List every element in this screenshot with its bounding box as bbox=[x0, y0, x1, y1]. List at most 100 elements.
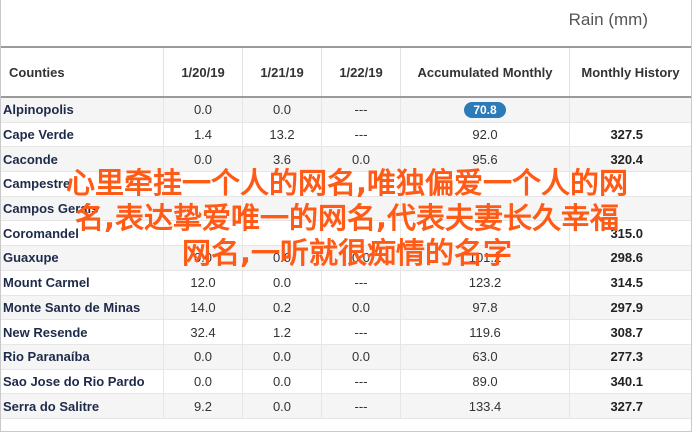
value-monthly-history bbox=[569, 196, 691, 222]
table-row[interactable]: New Resende 32.4 1.2 --- 119.6 308.7 bbox=[1, 319, 691, 345]
county-name: Guaxupe bbox=[1, 245, 164, 271]
value-monthly-history: 327.7 bbox=[569, 393, 691, 419]
value-date-1 bbox=[163, 196, 243, 222]
value-date-3: 0.0 bbox=[321, 344, 401, 370]
value-date-1 bbox=[163, 220, 243, 247]
highlight-badge: 70.8 bbox=[464, 101, 506, 118]
value-date-1: 0.0 bbox=[163, 97, 243, 123]
table-row[interactable]: Sao Jose do Rio Pardo 0.0 0.0 --- 89.0 340.1 bbox=[1, 369, 691, 395]
value-date-1: 12.0 bbox=[163, 270, 243, 296]
value-date-3: --- bbox=[321, 369, 401, 395]
value-date-2: 0.0 bbox=[242, 393, 322, 419]
value-monthly-history: 314.5 bbox=[569, 270, 691, 296]
county-name: Alpinopolis bbox=[1, 97, 164, 123]
header-counties[interactable]: Counties bbox=[1, 46, 164, 98]
county-name: Caconde bbox=[1, 146, 164, 173]
value-date-2: 0.0 bbox=[242, 344, 322, 370]
value-date-2: 13.2 bbox=[242, 122, 322, 148]
value-date-3: --- bbox=[321, 393, 401, 419]
value-date-1: 0.0 bbox=[163, 344, 243, 370]
value-accumulated bbox=[400, 171, 570, 197]
header-date-3[interactable]: 1/22/19 bbox=[321, 46, 401, 98]
value-monthly-history: 340.1 bbox=[569, 369, 691, 395]
table-row[interactable]: Monte Santo de Minas 14.0 0.2 0.0 97.8 297.9 bbox=[1, 295, 691, 321]
value-accumulated: 101.2 bbox=[400, 245, 570, 271]
value-monthly-history: 315.0 bbox=[569, 220, 691, 247]
value-monthly-history: 277.3 bbox=[569, 344, 691, 370]
value-monthly-history: 308.7 bbox=[569, 319, 691, 345]
value-monthly-history: 327.5 bbox=[569, 122, 691, 148]
value-date-3 bbox=[321, 171, 401, 197]
table-row[interactable]: Cape Verde 1.4 13.2 --- 92.0 327.5 bbox=[1, 122, 691, 148]
county-name: Coromandel bbox=[1, 220, 164, 247]
unit-label: Rain (mm) bbox=[568, 10, 648, 29]
value-accumulated: 95.6 bbox=[400, 146, 570, 173]
table-row[interactable]: Mount Carmel 12.0 0.0 --- 123.2 314.5 bbox=[1, 270, 691, 296]
value-date-3: 0.0 bbox=[321, 245, 401, 271]
table-row[interactable]: Serra do Salitre 9.2 0.0 --- 133.4 327.7 bbox=[1, 393, 691, 419]
county-name: Sao Jose do Rio Pardo bbox=[1, 369, 164, 395]
value-date-1: 14.0 bbox=[163, 295, 243, 321]
value-accumulated: 133.4 bbox=[400, 393, 570, 419]
value-monthly-history: 297.9 bbox=[569, 295, 691, 321]
rain-table: Counties 1/20/19 1/21/19 1/22/19 Accumul… bbox=[1, 46, 691, 419]
value-date-1: 0.0 bbox=[163, 369, 243, 395]
value-monthly-history bbox=[569, 171, 691, 197]
value-monthly-history bbox=[569, 97, 691, 123]
value-date-2: 0.0 bbox=[242, 369, 322, 395]
header-accumulated[interactable]: Accumulated Monthly bbox=[400, 46, 570, 98]
value-date-3 bbox=[321, 196, 401, 222]
value-date-2: 0.2 bbox=[242, 295, 322, 321]
table-row[interactable]: Caconde 0.0 3.6 0.0 95.6 320.4 bbox=[1, 146, 691, 173]
header-date-2[interactable]: 1/21/19 bbox=[242, 46, 322, 98]
value-date-2: 0.0 bbox=[242, 270, 322, 296]
value-accumulated: 63.0 bbox=[400, 344, 570, 370]
value-accumulated bbox=[400, 196, 570, 222]
county-name: Campestre bbox=[1, 171, 164, 197]
value-date-2 bbox=[242, 220, 322, 247]
value-date-2 bbox=[242, 196, 322, 222]
value-date-2: 3.6 bbox=[242, 146, 322, 173]
table-row[interactable]: Rio Paranaíba 0.0 0.0 0.0 63.0 277.3 bbox=[1, 344, 691, 370]
value-date-1: 32.4 bbox=[163, 319, 243, 345]
header-monthly-history[interactable]: Monthly History bbox=[569, 46, 691, 98]
value-date-3: --- bbox=[321, 270, 401, 296]
table-row[interactable]: Campos Gerais bbox=[1, 196, 691, 222]
value-accumulated: 119.6 bbox=[400, 319, 570, 345]
table-row[interactable]: Guaxupe 0.0 0.0 0.0 101.2 298.6 bbox=[1, 245, 691, 271]
value-date-2: 1.2 bbox=[242, 319, 322, 345]
value-monthly-history: 320.4 bbox=[569, 146, 691, 173]
value-date-2: 0.0 bbox=[242, 97, 322, 123]
value-accumulated: 70.8 bbox=[400, 97, 570, 123]
value-accumulated: 89.0 bbox=[400, 369, 570, 395]
table-header-row: Counties 1/20/19 1/21/19 1/22/19 Accumul… bbox=[1, 46, 691, 98]
county-name: New Resende bbox=[1, 319, 164, 345]
value-date-1: 0.0 bbox=[163, 245, 243, 271]
value-date-2 bbox=[242, 171, 322, 197]
value-date-3: --- bbox=[321, 319, 401, 345]
value-date-1: 1.4 bbox=[163, 122, 243, 148]
value-monthly-history: 298.6 bbox=[569, 245, 691, 271]
value-date-3 bbox=[321, 220, 401, 247]
value-date-3: 0.0 bbox=[321, 146, 401, 173]
county-name: Campos Gerais bbox=[1, 196, 164, 222]
county-name: Serra do Salitre bbox=[1, 393, 164, 419]
table-row[interactable]: Coromandel 315.0 bbox=[1, 220, 691, 247]
value-date-2: 0.0 bbox=[242, 245, 322, 271]
table-row[interactable]: Campestre bbox=[1, 171, 691, 197]
value-date-1 bbox=[163, 171, 243, 197]
county-name: Mount Carmel bbox=[1, 270, 164, 296]
county-name: Cape Verde bbox=[1, 122, 164, 148]
table-row[interactable]: Alpinopolis 0.0 0.0 --- 70.8 bbox=[1, 97, 691, 123]
value-accumulated: 92.0 bbox=[400, 122, 570, 148]
header-date-1[interactable]: 1/20/19 bbox=[163, 46, 243, 98]
value-date-1: 9.2 bbox=[163, 393, 243, 419]
value-date-3: --- bbox=[321, 122, 401, 148]
county-name: Monte Santo de Minas bbox=[1, 295, 164, 321]
value-date-1: 0.0 bbox=[163, 146, 243, 173]
value-accumulated: 97.8 bbox=[400, 295, 570, 321]
value-accumulated: 123.2 bbox=[400, 270, 570, 296]
county-name: Rio Paranaíba bbox=[1, 344, 164, 370]
value-date-3: --- bbox=[321, 97, 401, 123]
value-accumulated bbox=[400, 220, 570, 247]
